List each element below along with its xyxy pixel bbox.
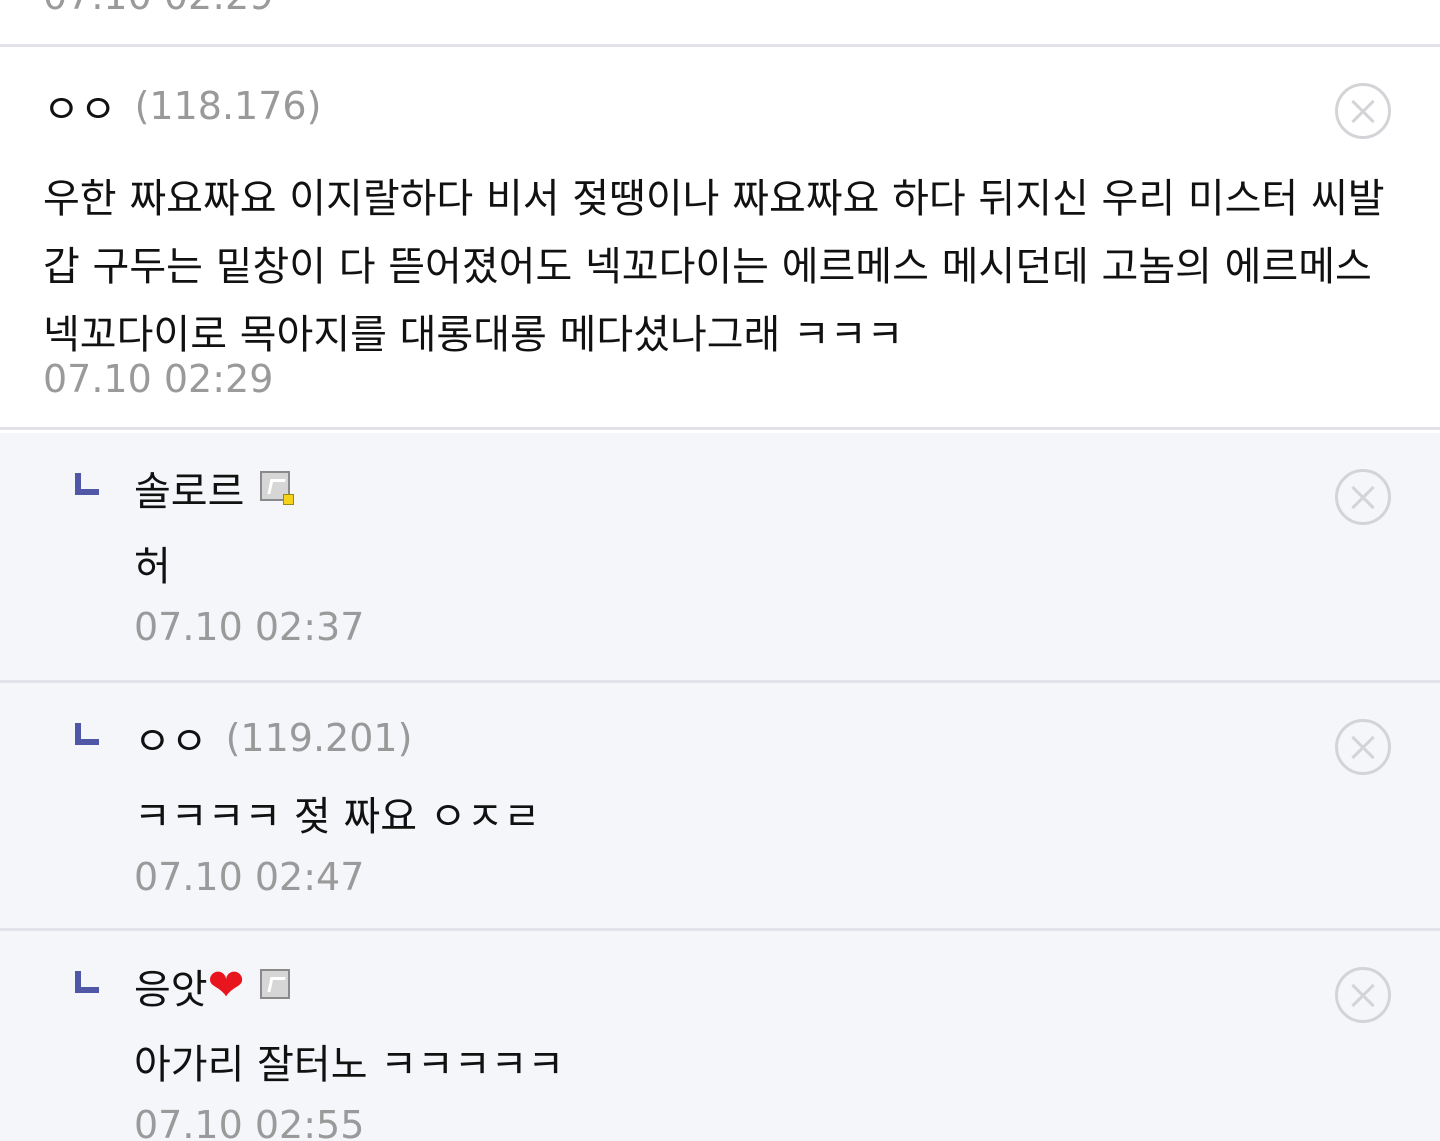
reply-author: 솔로르: [134, 463, 295, 515]
delete-comment-button[interactable]: [1335, 83, 1391, 139]
reply-item: ㅇㅇ (119.201) ㅋㅋㅋㅋ 젖 짜요 ㅇㅈㄹ 07.10 02:47: [0, 683, 1440, 931]
delete-reply-button[interactable]: [1335, 469, 1391, 525]
heart-icon: ❤: [207, 960, 245, 1011]
comment-text: 우한 짜요짜요 이지랄하다 비서 젖땡이나 짜요짜요 하다 뒤지신 우리 미스터…: [43, 176, 1385, 358]
reply-arrow-icon: [75, 473, 99, 495]
author-nickname[interactable]: ㅇㅇ: [134, 709, 208, 767]
author-nickname[interactable]: ㅇㅇ: [43, 77, 117, 135]
author-ip: (118.176): [134, 84, 322, 128]
author-ip: (119.201): [225, 716, 413, 760]
delete-reply-button[interactable]: [1335, 719, 1391, 775]
comment-date: 07.10 02:29: [43, 0, 273, 18]
reply-text: 허: [134, 544, 171, 590]
comment-item: ㅇㅇ (118.176) 우한 짜요짜요 이지랄하다 비서 젖땡이나 짜요짜요 …: [0, 47, 1440, 430]
previous-comment-stub: 07.10 02:29: [0, 0, 1440, 47]
delete-reply-button[interactable]: [1335, 967, 1391, 1023]
reply-item: 솔로르 허 07.10 02:37: [0, 433, 1440, 683]
reply-text: ㅋㅋㅋㅋ 젖 짜요 ㅇㅈㄹ: [134, 794, 541, 840]
reply-text: 아가리 잘터노 ㅋㅋㅋㅋㅋ: [134, 1042, 565, 1088]
author-nickname[interactable]: 응앗: [134, 957, 208, 1015]
gallog-icon[interactable]: [260, 471, 295, 505]
reply-item: 응앗 ❤ 아가리 잘터노 ㅋㅋㅋㅋㅋ 07.10 02:55: [0, 931, 1440, 1141]
reply-date: 07.10 02:37: [134, 605, 365, 649]
reply-arrow-icon: [75, 723, 99, 745]
comment-date: 07.10 02:29: [43, 357, 274, 401]
reply-date: 07.10 02:55: [134, 1103, 365, 1141]
gallog-icon[interactable]: [260, 969, 294, 1003]
reply-arrow-icon: [75, 971, 99, 993]
reply-author: 응앗 ❤: [134, 960, 294, 1013]
comment-author: ㅇㅇ (118.176): [43, 81, 322, 133]
comment-list: 07.10 02:29 ㅇㅇ (118.176) 우한 짜요짜요 이지랄하다 비…: [0, 0, 1440, 1141]
reply-date: 07.10 02:47: [134, 855, 365, 899]
author-nickname[interactable]: 솔로르: [134, 459, 244, 517]
reply-author: ㅇㅇ (119.201): [134, 713, 413, 765]
